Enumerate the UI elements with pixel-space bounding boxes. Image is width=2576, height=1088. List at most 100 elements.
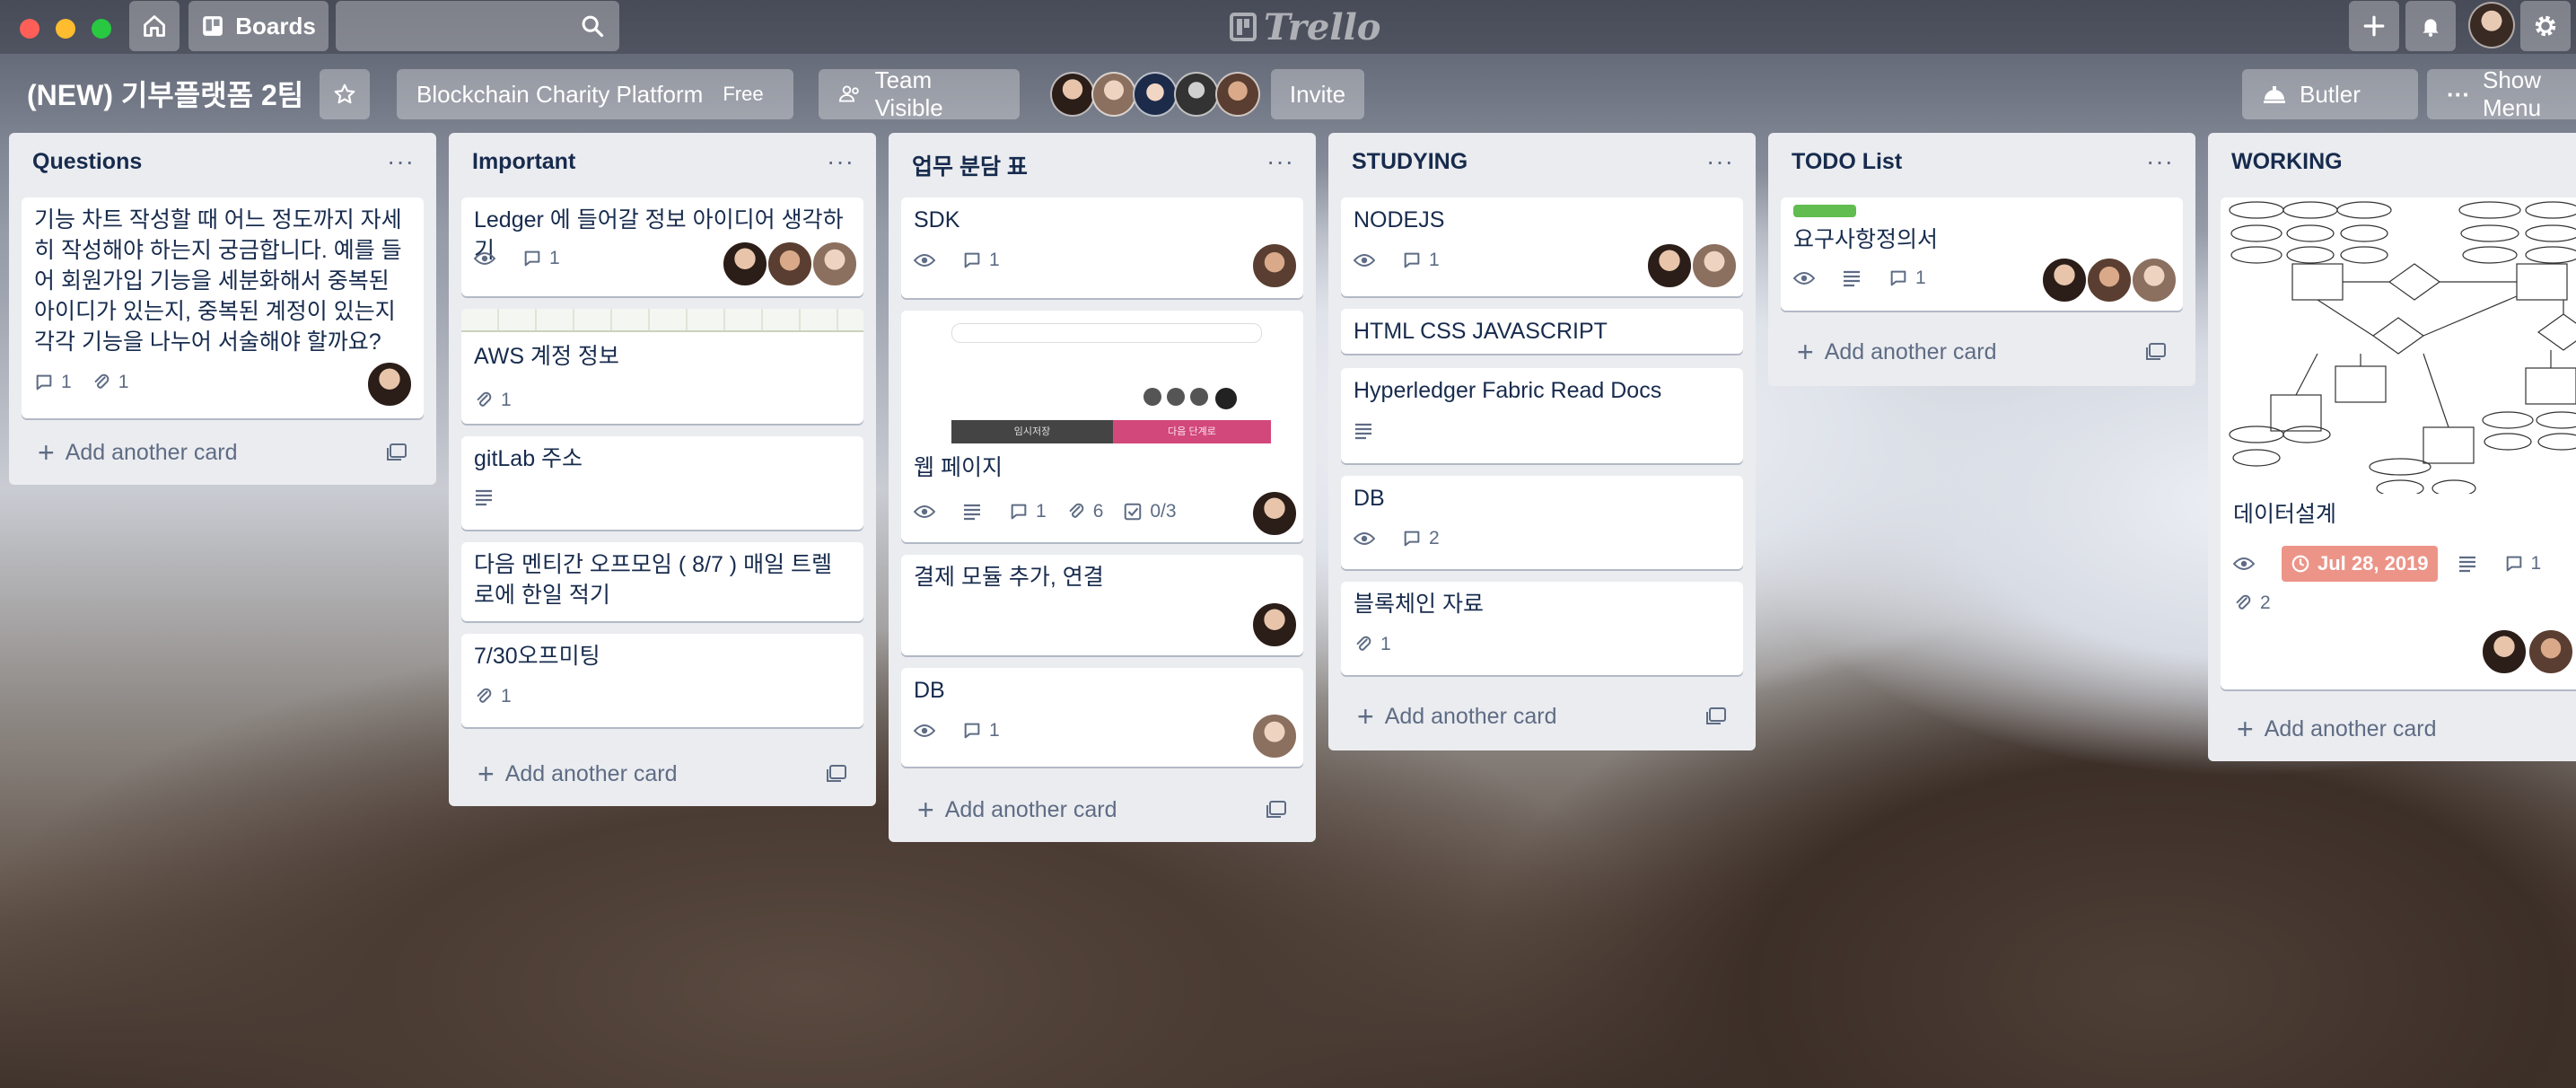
card-member-avatar[interactable] (2041, 257, 2088, 303)
card[interactable]: 다음 멘티간 오프모임 ( 8/7 ) 매일 트렐로에 한일 적기 (461, 542, 863, 621)
list-menu-icon[interactable]: ··· (2146, 147, 2174, 176)
eye-icon (914, 254, 935, 267)
notifications-button[interactable] (2405, 1, 2456, 51)
card[interactable]: AWS 계정 정보 1 (461, 309, 863, 424)
card-badges (474, 488, 521, 506)
list-title[interactable]: WORKING (2231, 149, 2343, 175)
list-menu-icon[interactable]: ··· (827, 147, 854, 176)
card-member-avatar[interactable] (1691, 242, 1738, 289)
attachments-badge: 2 (2233, 592, 2271, 614)
list-menu-icon[interactable]: ··· (1706, 147, 1734, 176)
list-header[interactable]: 업무 분담 표 ··· (889, 133, 1316, 194)
member-avatar[interactable] (1215, 72, 1260, 117)
card-member-avatar[interactable] (811, 241, 858, 287)
window-maximize-button[interactable] (92, 19, 111, 39)
card[interactable]: DB 1 (901, 668, 1303, 767)
list-header[interactable]: Questions ··· (9, 133, 436, 194)
card[interactable]: 블록체인 자료 1 (1341, 582, 1743, 675)
list-header[interactable]: STUDYING ··· (1328, 133, 1756, 194)
plus-icon: + (1797, 336, 1814, 368)
user-avatar[interactable] (2468, 2, 2515, 48)
template-icon[interactable] (386, 443, 407, 462)
card-member-avatar[interactable] (722, 241, 768, 287)
boards-button[interactable]: Boards (188, 1, 329, 51)
card[interactable]: Hyperledger Fabric Read Docs (1341, 368, 1743, 463)
card-member-avatar[interactable] (1251, 601, 1298, 648)
card-title: NODEJS (1354, 207, 1445, 233)
card[interactable]: 결제 모듈 추가, 연결 (901, 555, 1303, 655)
home-button[interactable] (129, 1, 180, 51)
list-header[interactable]: TODO List ··· (1768, 133, 2195, 194)
card[interactable]: 임시저장 다음 단계로 웹 페이지 1 6 0/3 (901, 311, 1303, 542)
card-member-avatar[interactable] (366, 361, 413, 408)
create-button[interactable] (2349, 1, 2399, 51)
board-title[interactable]: (NEW) 기부플랫폼 2팀 (27, 74, 303, 117)
star-button[interactable] (320, 69, 370, 119)
template-icon[interactable] (1705, 706, 1727, 726)
list-header[interactable]: Important ··· (449, 133, 876, 194)
top-bar: Boards Trello (0, 0, 2576, 54)
star-icon (334, 83, 355, 104)
template-icon[interactable] (1266, 800, 1287, 820)
template-icon[interactable] (826, 764, 847, 784)
add-card-button[interactable]: + Add another card (22, 431, 424, 474)
invite-button[interactable]: Invite (1271, 69, 1364, 119)
card[interactable]: 기능 차트 작성할 때 어느 정도까지 자세히 작성해야 하는지 궁금합니다. … (22, 197, 424, 418)
card[interactable]: 데이터설계 Jul 28, 2019 1 2 (2221, 197, 2576, 689)
card-badges: 1 1 (34, 372, 148, 393)
card-label-green[interactable] (1793, 205, 1856, 217)
due-date-badge[interactable]: Jul 28, 2019 (2282, 546, 2438, 582)
card[interactable]: Ledger 에 들어갈 정보 아이디어 생각하기 1 (461, 197, 863, 296)
card[interactable]: NODEJS 1 (1341, 197, 1743, 296)
add-card-button[interactable]: + Add another card (1781, 330, 2183, 373)
attachments-badge: 1 (1354, 634, 1391, 655)
list-title[interactable]: STUDYING (1352, 149, 1468, 175)
card-member-avatar[interactable] (1251, 713, 1298, 759)
card-member-avatar[interactable] (2528, 628, 2574, 675)
list-title[interactable]: Important (472, 149, 575, 175)
list-title[interactable]: 업무 분담 표 (912, 149, 1028, 181)
card-member-avatar[interactable] (2131, 257, 2177, 303)
search-input[interactable] (336, 1, 619, 51)
list-menu-icon[interactable]: ··· (1266, 147, 1294, 176)
butler-button[interactable]: Butler (2242, 69, 2418, 119)
card[interactable]: 요구사항정의서 1 (1781, 197, 2183, 311)
list-menu-icon[interactable]: ··· (387, 147, 415, 176)
team-button[interactable]: Blockchain Charity Platform Free (397, 69, 793, 119)
window-minimize-button[interactable] (56, 19, 75, 39)
visibility-button[interactable]: Team Visible (819, 66, 1020, 121)
card[interactable]: 7/30오프미팅 1 (461, 634, 863, 727)
card[interactable]: HTML CSS JAVASCRIPT (1341, 309, 1743, 354)
add-card-button[interactable]: + Add another card (461, 752, 863, 795)
card-member-avatar[interactable] (2481, 628, 2528, 675)
card-member-avatar[interactable] (1251, 490, 1298, 537)
list-title[interactable]: TODO List (1792, 149, 1902, 175)
window-close-button[interactable] (20, 19, 39, 39)
member-avatar[interactable] (1133, 72, 1178, 117)
trello-logo[interactable]: Trello (1230, 4, 1380, 50)
comments-badge: 1 (34, 372, 72, 393)
checklist-badge: 0/3 (1123, 501, 1177, 522)
comments-badge: 1 (522, 248, 560, 269)
add-card-button[interactable]: + Add another card (2221, 707, 2576, 750)
card-member-avatar[interactable] (2086, 257, 2133, 303)
list-header[interactable]: WORKING (2208, 133, 2576, 194)
butler-icon (2264, 86, 2285, 103)
member-avatar[interactable] (1091, 72, 1136, 117)
card-member-avatar[interactable] (1646, 242, 1693, 289)
add-card-button[interactable]: + Add another card (901, 788, 1303, 831)
card[interactable]: SDK 1 (901, 197, 1303, 298)
member-avatar[interactable] (1050, 72, 1095, 117)
add-card-button[interactable]: + Add another card (1341, 695, 1743, 738)
list-title[interactable]: Questions (32, 149, 142, 175)
card[interactable]: gitLab 주소 (461, 436, 863, 530)
butler-label: Butler (2300, 80, 2361, 108)
member-avatar[interactable] (1174, 72, 1219, 117)
template-icon[interactable] (2145, 342, 2167, 362)
settings-button[interactable] (2520, 1, 2571, 51)
card-member-avatar[interactable] (1251, 242, 1298, 289)
show-menu-button[interactable]: ··· Show Menu (2427, 66, 2576, 121)
watching-badge (1354, 530, 1382, 548)
card-member-avatar[interactable] (767, 241, 813, 287)
card[interactable]: DB 2 (1341, 476, 1743, 569)
